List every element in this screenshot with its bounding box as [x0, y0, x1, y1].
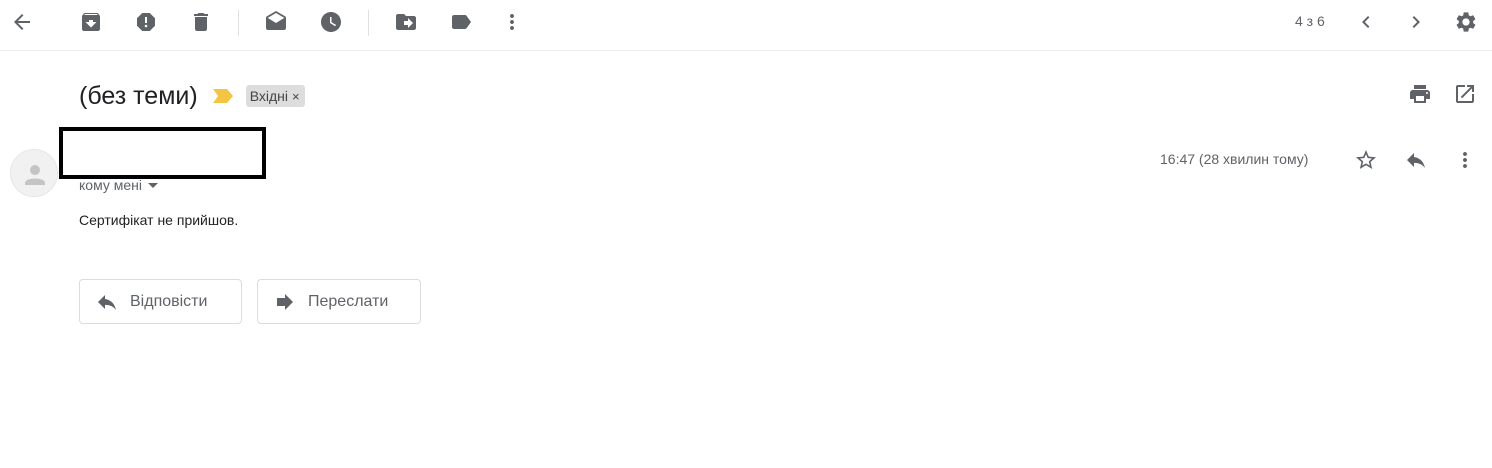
- subject-title: (без теми): [79, 81, 198, 110]
- reply-arrow-icon: [95, 290, 119, 314]
- recipients-line[interactable]: кому мені: [79, 177, 158, 193]
- recipients-text: кому мені: [79, 177, 142, 193]
- forward-button[interactable]: Переслати: [257, 279, 421, 324]
- message-more-vert-icon[interactable]: [1453, 148, 1477, 172]
- pager-count: 4 з 6: [1295, 13, 1325, 29]
- reply-button-label: Відповісти: [130, 292, 208, 310]
- forward-arrow-icon: [273, 290, 297, 314]
- open-in-new-window-icon[interactable]: [1453, 82, 1477, 106]
- label-icon[interactable]: [443, 4, 479, 40]
- snooze-icon[interactable]: [313, 4, 349, 40]
- important-marker-icon[interactable]: [212, 88, 234, 104]
- mark-unread-icon[interactable]: [258, 4, 294, 40]
- toolbar-divider: [368, 10, 369, 36]
- label-chip-text: Вхідні: [249, 88, 288, 104]
- person-icon: [25, 165, 45, 185]
- newer-chevron-left-icon[interactable]: [1348, 4, 1384, 40]
- label-chip-inbox: Вхідні ×: [245, 85, 305, 107]
- archive-icon[interactable]: [73, 4, 109, 40]
- remove-label-close-icon[interactable]: ×: [292, 89, 300, 104]
- sender-avatar: [10, 149, 58, 197]
- message-time: 16:47 (28 хвилин тому): [1160, 151, 1309, 167]
- redacted-sender-name: [59, 127, 266, 179]
- forward-button-label: Переслати: [308, 292, 389, 310]
- back-arrow-icon[interactable]: [4, 4, 40, 40]
- reply-button[interactable]: Відповісти: [79, 279, 242, 324]
- move-to-icon[interactable]: [388, 4, 424, 40]
- toolbar-divider: [238, 10, 239, 36]
- subject-row: (без теми) Вхідні ×: [79, 80, 305, 112]
- toolbar: 4 з 6: [0, 0, 1492, 51]
- show-details-caret-icon[interactable]: [148, 182, 158, 188]
- print-icon[interactable]: [1408, 82, 1432, 106]
- star-icon[interactable]: [1354, 148, 1378, 172]
- message-body: Сертифікат не прийшов.: [79, 212, 239, 228]
- settings-gear-icon[interactable]: [1448, 4, 1484, 40]
- delete-icon[interactable]: [183, 4, 219, 40]
- more-vert-icon[interactable]: [494, 4, 530, 40]
- older-chevron-right-icon[interactable]: [1398, 4, 1434, 40]
- reply-icon[interactable]: [1404, 148, 1428, 172]
- report-spam-icon[interactable]: [128, 4, 164, 40]
